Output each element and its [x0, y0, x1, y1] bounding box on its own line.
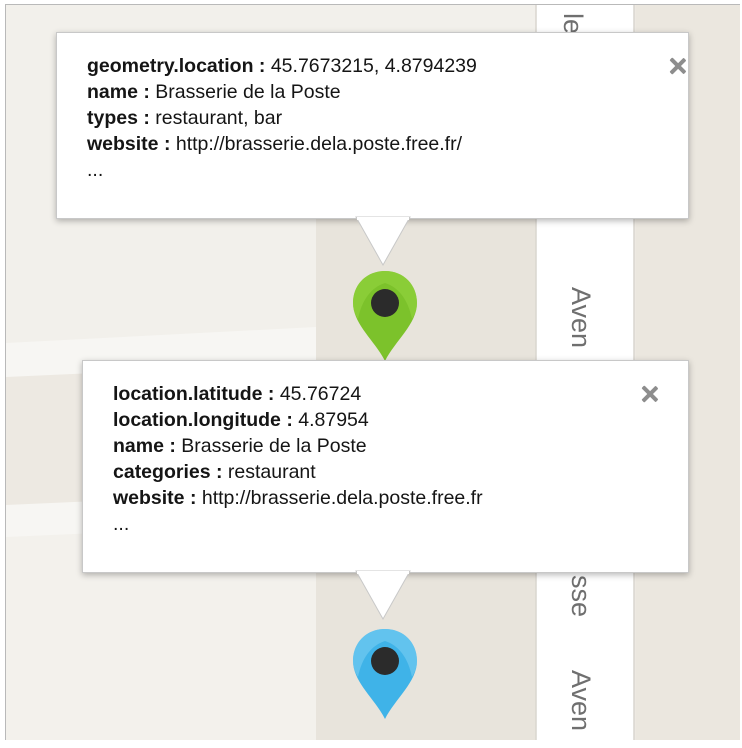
map-viewport[interactable]: le Aven sse Aven geometry.location : 45.… — [5, 4, 740, 740]
info-line: types : restaurant, bar — [87, 107, 283, 129]
info-line: categories : restaurant — [113, 461, 316, 483]
info-line: name : Brasserie de la Poste — [113, 435, 367, 457]
blue-map-marker[interactable] — [350, 627, 420, 723]
green-map-marker[interactable] — [350, 269, 420, 365]
info-window-2: location.latitude : 45.76724 location.lo… — [82, 360, 689, 573]
info-window-2-tail — [355, 570, 411, 621]
info-line: geometry.location : 45.7673215, 4.879423… — [87, 55, 477, 77]
info-line: name : Brasserie de la Poste — [87, 81, 341, 103]
info-ellipsis: ... — [87, 159, 104, 181]
info-line: website : http://brasserie.dela.poste.fr… — [87, 133, 463, 155]
street-label-avenue-bottom: Aven — [566, 670, 596, 732]
close-icon[interactable] — [639, 383, 661, 405]
info-window-1: geometry.location : 45.7673215, 4.879423… — [56, 32, 689, 219]
info-window-1-tail — [355, 216, 411, 267]
close-icon[interactable] — [667, 55, 689, 77]
info-line: location.longitude : 4.87954 — [113, 409, 369, 431]
info-line: location.latitude : 45.76724 — [113, 383, 362, 405]
street-label-avenue: Aven — [566, 287, 596, 349]
info-ellipsis: ... — [113, 513, 130, 535]
info-line: website : http://brasserie.dela.poste.fr… — [113, 487, 483, 509]
street-label-lower: sse — [566, 575, 596, 618]
street-label-top: le — [558, 13, 588, 35]
